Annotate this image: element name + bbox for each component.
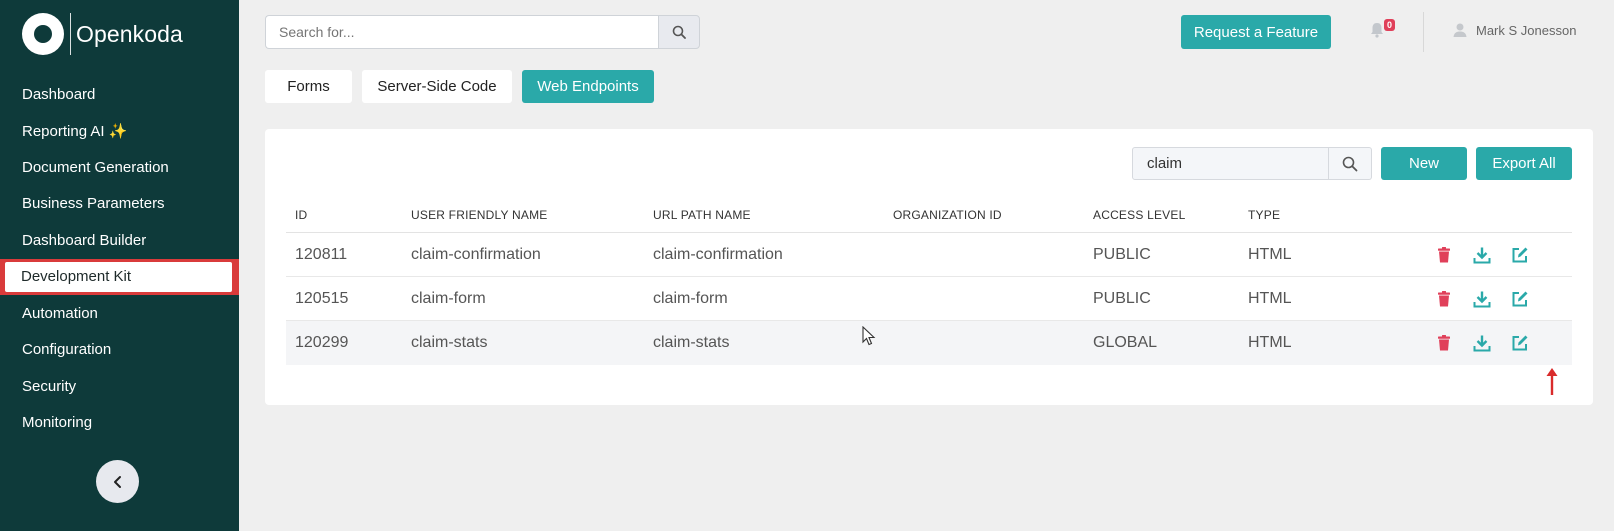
sidebar: Openkoda Dashboard Reporting AI ✨ Docume… xyxy=(0,0,239,531)
global-search-input[interactable] xyxy=(265,15,658,49)
edit-icon[interactable] xyxy=(1511,246,1529,264)
table-search: claim xyxy=(1132,147,1372,180)
sidebar-item-label: Reporting AI ✨ xyxy=(22,122,128,140)
sidebar-item-security[interactable]: Security xyxy=(0,368,239,405)
table-row[interactable]: 120515 claim-form claim-form PUBLIC HTML xyxy=(286,277,1572,321)
table-header: ID USER FRIENDLY NAME URL PATH NAME ORGA… xyxy=(286,197,1572,233)
tab-web-endpoints[interactable]: Web Endpoints xyxy=(522,70,654,103)
table-search-input[interactable]: claim xyxy=(1132,147,1329,180)
cell-user-friendly-name: claim-form xyxy=(411,290,486,307)
cell-user-friendly-name: claim-confirmation xyxy=(411,246,541,263)
sidebar-item-label: Monitoring xyxy=(22,414,93,432)
tab-server-side-code[interactable]: Server-Side Code xyxy=(362,70,512,103)
sidebar-nav: Dashboard Reporting AI ✨ Document Genera… xyxy=(0,76,239,441)
delete-icon[interactable] xyxy=(1435,290,1453,308)
sidebar-item-label: Configuration xyxy=(22,341,112,359)
column-header-type[interactable]: TYPE xyxy=(1248,197,1280,233)
sidebar-item-label: Dashboard Builder xyxy=(22,231,147,249)
search-icon xyxy=(1342,156,1358,171)
header-divider xyxy=(1423,12,1424,52)
cell-id: 120811 xyxy=(295,246,348,263)
cell-access-level: GLOBAL xyxy=(1093,334,1158,351)
cell-user-friendly-name: claim-stats xyxy=(411,334,488,351)
column-header-organization-id[interactable]: ORGANIZATION ID xyxy=(893,197,1002,233)
delete-icon[interactable] xyxy=(1435,246,1453,264)
cell-access-level: PUBLIC xyxy=(1093,246,1151,263)
column-header-access-level[interactable]: ACCESS LEVEL xyxy=(1093,197,1185,233)
cell-type: HTML xyxy=(1248,290,1292,307)
chevron-left-icon xyxy=(113,475,121,488)
logo-divider xyxy=(70,13,71,55)
table-search-button[interactable] xyxy=(1329,147,1372,180)
new-button[interactable]: New xyxy=(1381,147,1467,180)
sidebar-item-label: Business Parameters xyxy=(22,195,165,213)
download-icon[interactable] xyxy=(1473,290,1491,308)
cell-type: HTML xyxy=(1248,246,1292,263)
sidebar-item-business-parameters[interactable]: Business Parameters xyxy=(0,186,239,223)
endpoints-card: claim New Export All ID USER FRIENDLY NA… xyxy=(265,129,1593,405)
search-icon xyxy=(672,25,686,39)
sidebar-item-dashboard[interactable]: Dashboard xyxy=(0,76,239,113)
tabs: Forms Server-Side Code Web Endpoints xyxy=(265,70,664,103)
logo[interactable]: Openkoda xyxy=(22,13,183,55)
cell-access-level: PUBLIC xyxy=(1093,290,1151,307)
openkoda-logo-icon xyxy=(22,13,64,55)
edit-icon[interactable] xyxy=(1511,334,1529,352)
column-header-url-path-name[interactable]: URL PATH NAME xyxy=(653,197,751,233)
sidebar-item-monitoring[interactable]: Monitoring xyxy=(0,405,239,442)
mouse-cursor-icon xyxy=(862,326,876,346)
sidebar-collapse-button[interactable] xyxy=(96,460,139,503)
cell-url-path-name: claim-stats xyxy=(653,334,730,351)
cell-url-path-name: claim-confirmation xyxy=(653,246,783,263)
sidebar-item-label: Dashboard xyxy=(22,85,96,103)
column-header-id[interactable]: ID xyxy=(295,197,307,233)
table-row[interactable]: 120811 claim-confirmation claim-confirma… xyxy=(286,233,1572,277)
cell-id: 120299 xyxy=(295,334,349,351)
user-icon xyxy=(1453,23,1467,37)
sidebar-item-label: Development Kit xyxy=(5,261,232,292)
sidebar-item-reporting-ai[interactable]: Reporting AI ✨ xyxy=(0,113,239,150)
download-icon[interactable] xyxy=(1473,334,1491,352)
sidebar-item-label: Security xyxy=(22,377,77,395)
cell-type: HTML xyxy=(1248,334,1292,351)
export-all-button[interactable]: Export All xyxy=(1476,147,1572,180)
notification-badge: 0 xyxy=(1384,19,1396,31)
user-menu[interactable]: Mark S Jonesson xyxy=(1452,22,1576,38)
delete-icon[interactable] xyxy=(1435,334,1453,352)
sidebar-item-configuration[interactable]: Configuration xyxy=(0,332,239,369)
column-header-user-friendly-name[interactable]: USER FRIENDLY NAME xyxy=(411,197,548,233)
tab-forms[interactable]: Forms xyxy=(265,70,352,103)
cell-url-path-name: claim-form xyxy=(653,290,728,307)
sidebar-item-document-generation[interactable]: Document Generation xyxy=(0,149,239,186)
edit-icon[interactable] xyxy=(1511,290,1529,308)
request-feature-button[interactable]: Request a Feature xyxy=(1181,15,1331,49)
user-name: Mark S Jonesson xyxy=(1476,22,1577,38)
sidebar-item-development-kit[interactable]: Development Kit xyxy=(0,258,239,295)
app-name: Openkoda xyxy=(76,20,183,47)
download-icon[interactable] xyxy=(1473,246,1491,264)
sidebar-item-label: Automation xyxy=(22,304,98,322)
annotation-arrow-icon xyxy=(1546,368,1558,395)
global-search-button[interactable] xyxy=(658,15,700,49)
global-search xyxy=(265,15,700,49)
cell-id: 120515 xyxy=(295,290,349,307)
table-row[interactable]: 120299 claim-stats claim-stats GLOBAL HT… xyxy=(286,321,1572,365)
sidebar-item-label: Document Generation xyxy=(22,158,169,176)
sidebar-item-automation[interactable]: Automation xyxy=(0,295,239,332)
sidebar-item-dashboard-builder[interactable]: Dashboard Builder xyxy=(0,222,239,259)
